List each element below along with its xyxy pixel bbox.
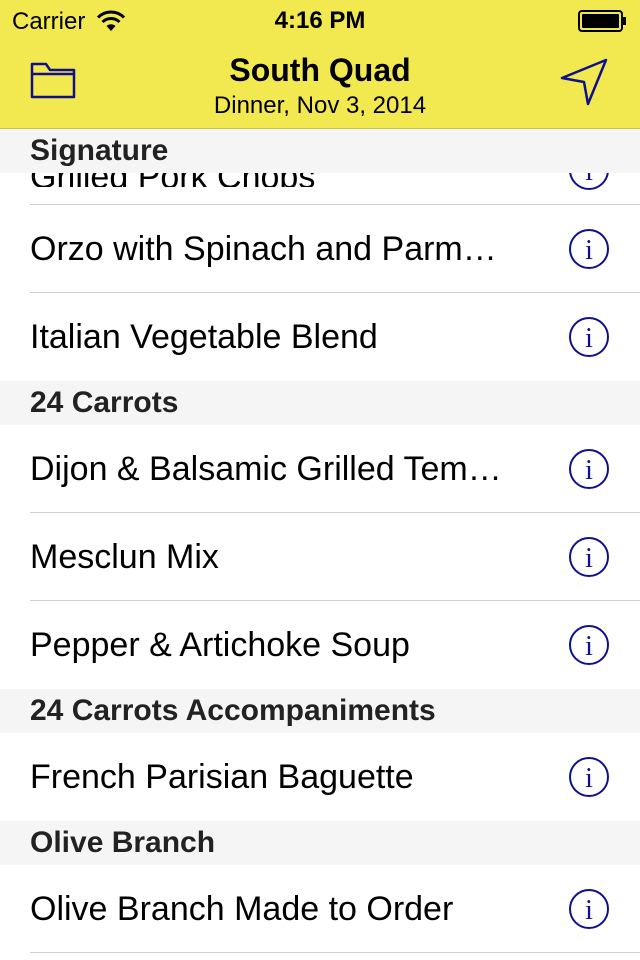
page-subtitle: Dinner, Nov 3, 2014 <box>213 92 427 119</box>
svg-text:i: i <box>585 543 593 574</box>
info-button[interactable]: i <box>568 448 610 490</box>
location-button[interactable] <box>558 56 610 108</box>
item-label: Mesclun Mix <box>30 538 219 576</box>
svg-text:i: i <box>585 323 593 354</box>
info-icon: i <box>569 889 609 929</box>
item-label: Pepper & Artichoke Soup <box>30 626 410 664</box>
header: Carrier 4:16 PM South Quad Dinner, Nov 3… <box>0 0 640 129</box>
section-header: Signature <box>0 129 640 173</box>
section-header: 24 Carrots <box>0 381 640 425</box>
svg-text:i: i <box>585 895 593 926</box>
list-item[interactable]: Mesclun Mix i <box>0 513 640 601</box>
item-label: Italian Vegetable Blend <box>30 318 378 356</box>
svg-text:i: i <box>585 235 593 266</box>
section-header: Olive Branch <box>0 821 640 865</box>
status-time: 4:16 PM <box>274 7 366 34</box>
list-item[interactable]: French Parisian Baguette i <box>0 733 640 821</box>
item-label: French Parisian Baguette <box>30 758 414 796</box>
section-header: 24 Carrots Accompaniments <box>0 689 640 733</box>
status-bar: Carrier 4:16 PM <box>0 0 640 40</box>
item-label: Orzo with Spinach and Parm… <box>30 230 497 268</box>
info-icon: i <box>569 625 609 665</box>
info-icon: i <box>569 173 609 190</box>
info-button[interactable]: i <box>568 173 610 191</box>
list-item[interactable]: Italian Vegetable Blend i <box>0 293 640 381</box>
info-button[interactable]: i <box>568 536 610 578</box>
svg-text:i: i <box>585 763 593 794</box>
list-item[interactable]: Pepper & Artichoke Soup i <box>0 601 640 689</box>
info-icon: i <box>569 757 609 797</box>
info-button[interactable]: i <box>568 888 610 930</box>
info-button[interactable]: i <box>568 624 610 666</box>
list-item[interactable]: Dijon & Balsamic Grilled Tem… i <box>0 425 640 513</box>
item-label: Olive Branch Made to Order <box>30 890 454 928</box>
info-button[interactable]: i <box>568 228 610 270</box>
item-label: Grilled Pork Chops <box>30 173 530 187</box>
menu-list[interactable]: Signature Grilled Pork Chops i Orzo with… <box>0 129 640 960</box>
svg-text:i: i <box>585 173 593 187</box>
list-item[interactable]: Olive Branch Made to Order i <box>0 865 640 953</box>
info-icon: i <box>569 229 609 269</box>
page-title: South Quad <box>229 52 411 88</box>
info-button[interactable]: i <box>568 756 610 798</box>
svg-text:i: i <box>585 631 593 662</box>
info-icon: i <box>569 449 609 489</box>
info-icon: i <box>569 537 609 577</box>
svg-text:i: i <box>585 455 593 486</box>
info-icon: i <box>569 317 609 357</box>
list-item[interactable]: Orzo with Spinach and Parm… i <box>0 205 640 293</box>
info-button[interactable]: i <box>568 316 610 358</box>
list-item[interactable]: Grilled Pork Chops i <box>0 173 640 205</box>
location-arrow-icon <box>560 58 608 106</box>
battery-icon <box>578 10 628 37</box>
item-label: Dijon & Balsamic Grilled Tem… <box>30 450 502 488</box>
